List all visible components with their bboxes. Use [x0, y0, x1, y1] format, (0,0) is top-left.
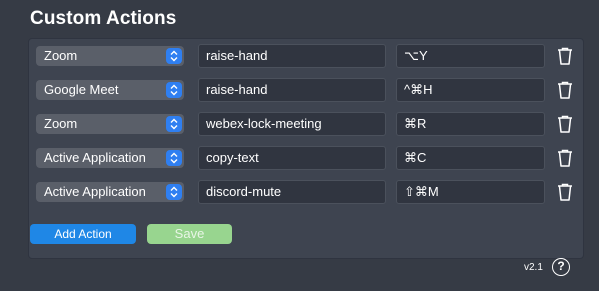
action-row: Active Application copy-text ⌘C — [36, 146, 576, 170]
trash-icon[interactable] — [554, 147, 576, 169]
shortcut-field[interactable]: ⇧⌘M — [396, 180, 545, 204]
action-name-field[interactable]: copy-text — [198, 146, 386, 170]
trash-icon[interactable] — [554, 79, 576, 101]
app-select[interactable]: Zoom — [36, 114, 184, 134]
action-name-field[interactable]: webex-lock-meeting — [198, 112, 386, 136]
action-row: Zoom raise-hand ⌥Y — [36, 44, 576, 68]
action-row: Zoom webex-lock-meeting ⌘R — [36, 112, 576, 136]
save-button[interactable]: Save — [147, 224, 232, 244]
action-name-field[interactable]: raise-hand — [198, 78, 386, 102]
app-select-value: Active Application — [44, 150, 146, 165]
page-title: Custom Actions — [30, 8, 177, 29]
action-row: Google Meet raise-hand ^⌘H — [36, 78, 576, 102]
action-row: Active Application discord-mute ⇧⌘M — [36, 180, 576, 204]
chevron-up-down-icon — [166, 82, 182, 98]
shortcut-field[interactable]: ⌥Y — [396, 44, 545, 68]
shortcut-field[interactable]: ⌘C — [396, 146, 545, 170]
question-mark-icon: ? — [557, 259, 565, 273]
app-select[interactable]: Active Application — [36, 182, 184, 202]
action-name-field[interactable]: discord-mute — [198, 180, 386, 204]
action-name-field[interactable]: raise-hand — [198, 44, 386, 68]
version-label: v2.1 — [524, 262, 543, 273]
chevron-up-down-icon — [166, 116, 182, 132]
shortcut-field[interactable]: ⌘R — [396, 112, 545, 136]
app-select[interactable]: Zoom — [36, 46, 184, 66]
shortcut-field[interactable]: ^⌘H — [396, 78, 545, 102]
chevron-up-down-icon — [166, 184, 182, 200]
app-select-value: Active Application — [44, 184, 146, 199]
app-select-value: Zoom — [44, 116, 78, 131]
app-select[interactable]: Active Application — [36, 148, 184, 168]
app-select[interactable]: Google Meet — [36, 80, 184, 100]
chevron-up-down-icon — [166, 48, 182, 64]
add-action-button[interactable]: Add Action — [30, 224, 136, 244]
trash-icon[interactable] — [554, 45, 576, 67]
trash-icon[interactable] — [554, 181, 576, 203]
app-select-value: Zoom — [44, 48, 78, 63]
trash-icon[interactable] — [554, 113, 576, 135]
app-select-value: Google Meet — [44, 82, 119, 97]
chevron-up-down-icon — [166, 150, 182, 166]
help-button[interactable]: ? — [552, 258, 570, 276]
